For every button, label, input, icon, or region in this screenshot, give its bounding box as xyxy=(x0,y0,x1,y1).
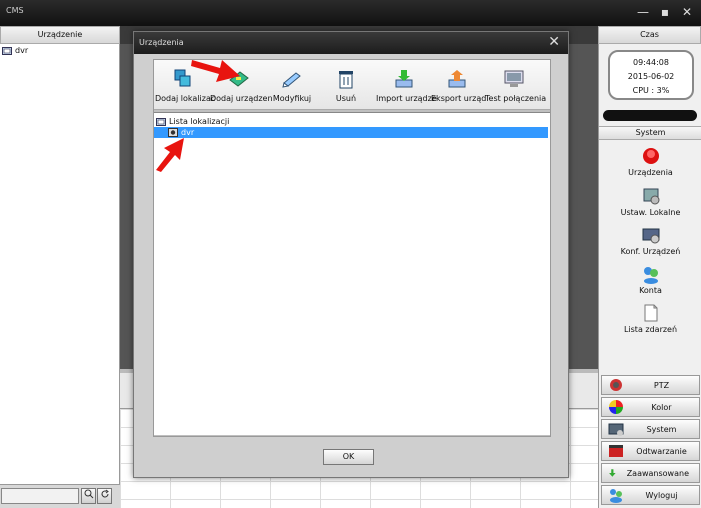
users-icon xyxy=(643,267,658,284)
location-icon xyxy=(2,47,12,55)
dialog-close-button[interactable]: ✕ xyxy=(548,34,560,50)
delete-label: Usuń xyxy=(335,94,357,103)
accounts-label: Konta xyxy=(639,286,662,295)
users-icon xyxy=(610,489,622,503)
maximize-button[interactable]: ▪ xyxy=(659,5,671,19)
ok-button[interactable]: OK xyxy=(323,449,374,465)
modify-label: Modyfikuj xyxy=(272,94,312,103)
local-settings-menu-item[interactable]: Ustaw. Lokalne xyxy=(599,186,701,217)
time-panel-header: Czas xyxy=(598,26,701,44)
logout-button[interactable]: Wyloguj xyxy=(601,485,700,505)
search-icon xyxy=(84,489,93,499)
cpu-usage: CPU : 3% xyxy=(632,86,670,95)
device-tree-item[interactable]: dvr xyxy=(0,44,119,57)
system-button[interactable]: System xyxy=(601,419,700,439)
color-label: Kolor xyxy=(651,402,672,412)
minimize-button[interactable]: — xyxy=(637,5,649,19)
import-devices-label: Import urządze xyxy=(376,94,437,103)
dialog-title: Urządzenia xyxy=(139,38,184,47)
film-icon xyxy=(609,445,623,457)
import-devices-button[interactable]: Import urządze xyxy=(376,68,437,108)
ptz-label: PTZ xyxy=(653,380,670,390)
search-input[interactable] xyxy=(1,488,79,504)
trash-icon xyxy=(339,71,353,89)
color-button[interactable]: Kolor xyxy=(601,397,700,417)
window-controls: — ▪ ✕ xyxy=(637,5,693,19)
advanced-label: Zaawansowane xyxy=(626,468,689,478)
event-list-menu-item[interactable]: Lista zdarzeń xyxy=(599,303,701,334)
close-button[interactable]: ✕ xyxy=(681,5,693,19)
location-icon xyxy=(156,118,166,126)
export-devices-label: Eksport urząd xyxy=(431,94,487,103)
left-search-bar xyxy=(0,484,120,508)
delete-button[interactable]: Usuń xyxy=(331,68,361,108)
devices-dialog: Urządzenia ✕ Dodaj lokalizac Dodaj urząd… xyxy=(133,31,569,478)
ptz-icon xyxy=(610,379,622,391)
status-bar xyxy=(603,110,697,121)
app-titlebar: CMS — ▪ ✕ xyxy=(0,0,701,26)
ptz-button[interactable]: PTZ xyxy=(601,375,700,395)
add-location-label: Dodaj lokalizac xyxy=(155,94,216,103)
device-config-menu-item[interactable]: Konf. Urządzeń xyxy=(599,225,701,256)
document-icon xyxy=(644,304,657,322)
device-config-icon xyxy=(642,228,659,244)
color-wheel-icon xyxy=(609,400,623,414)
system-section-header: System xyxy=(599,126,701,140)
location-tree-device[interactable]: dvr xyxy=(154,127,548,138)
local-settings-icon xyxy=(643,188,659,205)
location-tree-root-label: Lista lokalizacji xyxy=(169,117,230,126)
export-devices-button[interactable]: Eksport urząd xyxy=(431,68,487,108)
device-tree-panel: dvr xyxy=(0,44,120,484)
dialog-titlebar: Urządzenia ✕ xyxy=(134,32,568,54)
dialog-content: Dodaj lokalizac Dodaj urządzen Modyfikuj… xyxy=(153,59,551,437)
location-tree: Lista lokalizacji dvr xyxy=(154,112,550,435)
connection-test-button[interactable]: Test połączenia xyxy=(485,68,547,108)
device-panel-header: Urządzenie xyxy=(0,26,120,44)
import-icon xyxy=(395,70,412,88)
device-config-label: Konf. Urządzeń xyxy=(620,247,681,256)
event-list-label: Lista zdarzeń xyxy=(623,325,678,334)
connection-test-label: Test połączenia xyxy=(485,94,547,103)
search-button[interactable] xyxy=(81,488,96,504)
devices-menu-label: Urządzenia xyxy=(628,168,673,177)
accounts-menu-item[interactable]: Konta xyxy=(599,264,701,295)
add-device-label: Dodaj urządzen xyxy=(210,94,273,103)
app-title: CMS xyxy=(6,6,24,15)
playback-label: Odtwarzanie xyxy=(636,446,687,456)
clock-display: 09:44:08 2015-06-02 CPU : 3% xyxy=(608,50,694,100)
annotation-arrow-icon xyxy=(191,60,240,82)
modify-button[interactable]: Modyfikuj xyxy=(272,68,312,108)
refresh-icon xyxy=(101,489,109,498)
annotation-arrow-icon xyxy=(156,138,184,172)
modify-icon xyxy=(282,72,301,88)
system-icon xyxy=(608,423,624,436)
connection-test-icon xyxy=(504,70,524,87)
system-panel: 09:44:08 2015-06-02 CPU : 3% System Urzą… xyxy=(598,44,701,508)
local-settings-label: Ustaw. Lokalne xyxy=(620,208,681,217)
clock-time: 09:44:08 xyxy=(633,58,669,67)
down-arrow-icon xyxy=(609,469,616,477)
location-tree-root[interactable]: Lista lokalizacji xyxy=(156,116,548,127)
clock-date: 2015-06-02 xyxy=(627,72,675,81)
advanced-button[interactable]: Zaawansowane xyxy=(601,463,700,483)
system-label: System xyxy=(646,424,677,434)
device-tree-label: dvr xyxy=(15,46,29,55)
devices-menu-item[interactable]: Urządzenia xyxy=(599,146,701,177)
record-button-icon xyxy=(642,148,659,164)
refresh-button[interactable] xyxy=(97,488,112,504)
export-icon xyxy=(448,70,466,88)
logout-label: Wyloguj xyxy=(645,490,678,500)
playback-button[interactable]: Odtwarzanie xyxy=(601,441,700,461)
